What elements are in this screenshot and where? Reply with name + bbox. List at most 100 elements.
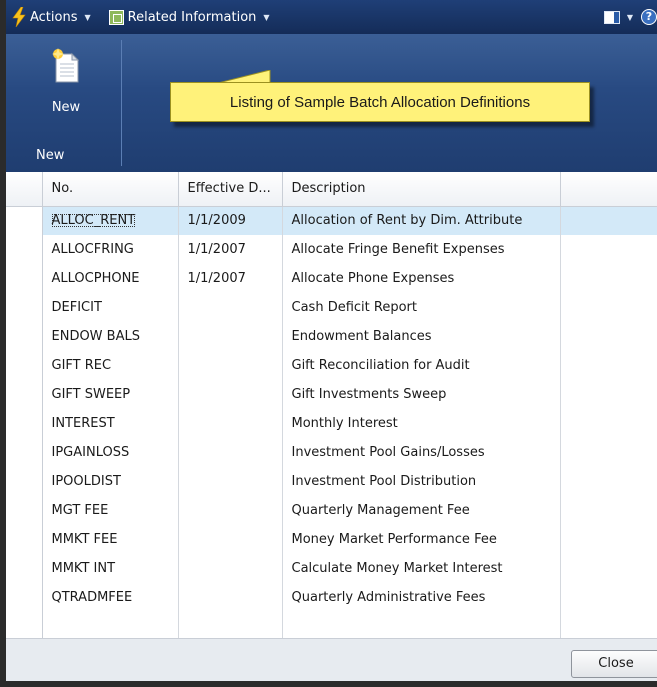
- table-row[interactable]: DEFICIT Cash Deficit Report: [6, 293, 657, 322]
- cell-filler: [560, 235, 657, 264]
- cell-effective-date[interactable]: [178, 583, 283, 612]
- row-selector[interactable]: [6, 496, 43, 525]
- column-header-description[interactable]: Description: [282, 172, 561, 207]
- cell-description[interactable]: Allocation of Rent by Dim. Attribute: [282, 206, 561, 235]
- table-row[interactable]: MMKT INT Calculate Money Market Interest: [6, 554, 657, 583]
- row-selector[interactable]: [6, 351, 43, 380]
- cell-description[interactable]: Allocate Phone Expenses: [282, 264, 561, 293]
- row-selector[interactable]: [6, 467, 43, 496]
- cell-effective-date[interactable]: [178, 409, 283, 438]
- cell-effective-date[interactable]: [178, 293, 283, 322]
- actions-label: Actions: [30, 9, 78, 25]
- cell-description[interactable]: Monthly Interest: [282, 409, 561, 438]
- related-information-icon: [108, 9, 124, 25]
- cell-effective-date[interactable]: [178, 554, 283, 583]
- cell-filler: [560, 351, 657, 380]
- row-selector[interactable]: [6, 525, 43, 554]
- table-row[interactable]: ENDOW BALS Endowment Balances: [6, 322, 657, 351]
- row-selector[interactable]: [6, 438, 43, 467]
- cell-no[interactable]: ALLOCFRING: [42, 235, 179, 264]
- help-button[interactable]: ?: [641, 9, 657, 25]
- lightning-icon: [12, 7, 26, 27]
- cell-description[interactable]: Endowment Balances: [282, 322, 561, 351]
- table-row[interactable]: ALLOCFRING 1/1/2007 Allocate Fringe Bene…: [6, 235, 657, 264]
- table-row[interactable]: INTEREST Monthly Interest: [6, 409, 657, 438]
- cell-description[interactable]: Cash Deficit Report: [282, 293, 561, 322]
- cell-filler: [560, 583, 657, 612]
- cell-effective-date[interactable]: [178, 380, 283, 409]
- column-header-no[interactable]: No.: [42, 172, 179, 207]
- cell-effective-date[interactable]: [178, 322, 283, 351]
- cell-no[interactable]: GIFT SWEEP: [42, 380, 179, 409]
- bottom-bar: Close: [6, 638, 657, 681]
- cell-filler: [560, 293, 657, 322]
- table-row[interactable]: MMKT FEE Money Market Performance Fee: [6, 525, 657, 554]
- layout-menu[interactable]: ▼: [603, 10, 633, 24]
- allocation-list: No. Effective D... Description ALLOC_REN…: [6, 172, 657, 650]
- cell-description[interactable]: Money Market Performance Fee: [282, 525, 561, 554]
- table-row[interactable]: QTRADMFEE Quarterly Administrative Fees: [6, 583, 657, 612]
- row-selector[interactable]: [6, 206, 43, 235]
- cell-effective-date[interactable]: [178, 496, 283, 525]
- cell-no[interactable]: GIFT REC: [42, 351, 179, 380]
- cell-description[interactable]: Calculate Money Market Interest: [282, 554, 561, 583]
- table-row[interactable]: GIFT REC Gift Reconciliation for Audit: [6, 351, 657, 380]
- table-row[interactable]: ALLOCPHONE 1/1/2007 Allocate Phone Expen…: [6, 264, 657, 293]
- new-button[interactable]: New: [34, 44, 98, 124]
- cell-description[interactable]: Quarterly Administrative Fees: [282, 583, 561, 612]
- close-button[interactable]: Close: [571, 650, 657, 678]
- cell-filler: [560, 496, 657, 525]
- row-selector[interactable]: [6, 293, 43, 322]
- cell-no[interactable]: QTRADMFEE: [42, 583, 179, 612]
- actions-menu[interactable]: Actions ▼: [6, 0, 97, 34]
- cell-no[interactable]: IPOOLDIST: [42, 467, 179, 496]
- cell-no[interactable]: ALLOC_RENT: [42, 206, 179, 235]
- cell-no[interactable]: INTEREST: [42, 409, 179, 438]
- help-icon: ?: [641, 9, 657, 25]
- cell-effective-date[interactable]: 1/1/2009: [178, 206, 283, 235]
- window: Actions ▼ Related Information ▼ ▼ ? New …: [0, 0, 657, 687]
- cell-filler: [560, 380, 657, 409]
- related-information-menu[interactable]: Related Information ▼: [103, 0, 276, 34]
- cell-no[interactable]: ALLOCPHONE: [42, 264, 179, 293]
- cell-effective-date[interactable]: [178, 351, 283, 380]
- table-row[interactable]: IPGAINLOSS Investment Pool Gains/Losses: [6, 438, 657, 467]
- cell-effective-date[interactable]: [178, 467, 283, 496]
- new-document-icon: [52, 48, 80, 83]
- cell-no[interactable]: DEFICIT: [42, 293, 179, 322]
- cell-effective-date[interactable]: 1/1/2007: [178, 235, 283, 264]
- cell-effective-date[interactable]: 1/1/2007: [178, 264, 283, 293]
- cell-no[interactable]: ENDOW BALS: [42, 322, 179, 351]
- cell-filler: [560, 264, 657, 293]
- cell-description[interactable]: Allocate Fringe Benefit Expenses: [282, 235, 561, 264]
- cell-filler: [560, 322, 657, 351]
- table-row[interactable]: ALLOC_RENT 1/1/2009 Allocation of Rent b…: [6, 206, 657, 235]
- cell-description[interactable]: Gift Reconciliation for Audit: [282, 351, 561, 380]
- cell-effective-date[interactable]: [178, 438, 283, 467]
- cell-no[interactable]: MGT FEE: [42, 496, 179, 525]
- table-row[interactable]: GIFT SWEEP Gift Investments Sweep: [6, 380, 657, 409]
- row-selector[interactable]: [6, 264, 43, 293]
- row-selector[interactable]: [6, 554, 43, 583]
- cell-description[interactable]: Quarterly Management Fee: [282, 496, 561, 525]
- row-selector[interactable]: [6, 235, 43, 264]
- column-header-effective-date[interactable]: Effective D...: [178, 172, 283, 207]
- table-row[interactable]: IPOOLDIST Investment Pool Distribution: [6, 467, 657, 496]
- row-selector[interactable]: [6, 409, 43, 438]
- row-selector[interactable]: [6, 380, 43, 409]
- cell-no[interactable]: IPGAINLOSS: [42, 438, 179, 467]
- cell-effective-date[interactable]: [178, 525, 283, 554]
- cell-description[interactable]: Investment Pool Gains/Losses: [282, 438, 561, 467]
- cell-description[interactable]: Investment Pool Distribution: [282, 467, 561, 496]
- cell-no[interactable]: MMKT FEE: [42, 525, 179, 554]
- cell-description[interactable]: Gift Investments Sweep: [282, 380, 561, 409]
- row-selector[interactable]: [6, 583, 43, 612]
- table-row[interactable]: MGT FEE Quarterly Management Fee: [6, 496, 657, 525]
- cell-filler: [560, 206, 657, 235]
- cell-no[interactable]: MMKT INT: [42, 554, 179, 583]
- cell-filler: [560, 409, 657, 438]
- allocation-table: No. Effective D... Description ALLOC_REN…: [6, 172, 657, 650]
- cell-filler: [560, 525, 657, 554]
- callout-note: Listing of Sample Batch Allocation Defin…: [170, 82, 590, 122]
- row-selector[interactable]: [6, 322, 43, 351]
